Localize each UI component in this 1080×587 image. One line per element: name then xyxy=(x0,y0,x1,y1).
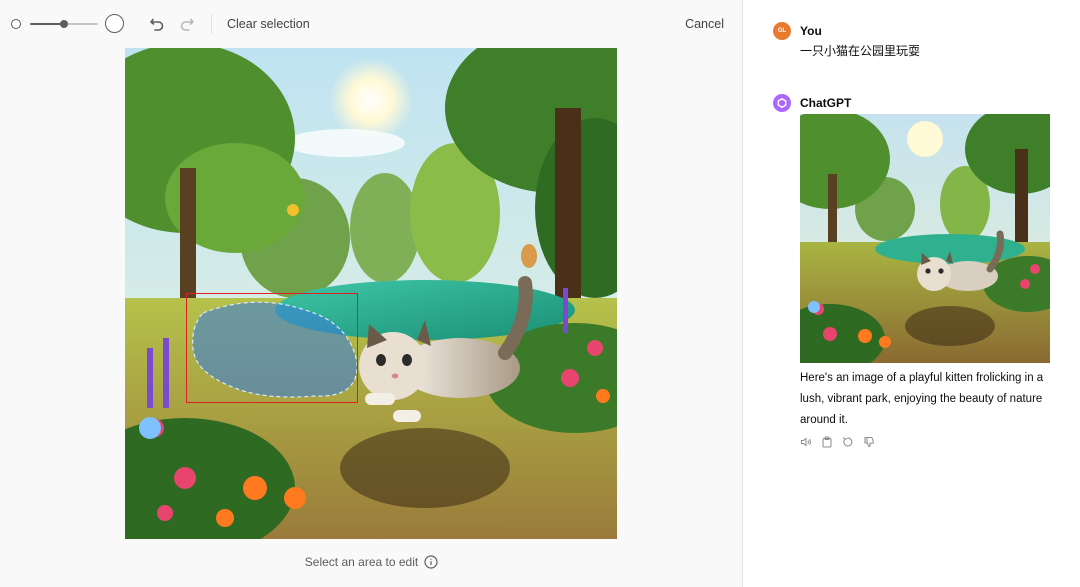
large-circle-icon xyxy=(105,14,124,33)
regenerate-button[interactable] xyxy=(842,436,854,448)
thumbs-down-button[interactable] xyxy=(863,436,875,448)
image-editor-panel: Clear selection Cancel Select an area to… xyxy=(0,0,743,587)
conversation-panel: GL You 一只小猫在公园里玩耍 ChatGPT Here's an imag… xyxy=(744,0,1080,587)
toolbar-divider xyxy=(211,14,212,34)
generated-image-thumbnail[interactable] xyxy=(800,114,1050,363)
assistant-name: ChatGPT xyxy=(800,96,852,110)
undo-button[interactable] xyxy=(146,13,168,35)
assistant-reply-text: Here's an image of a playful kitten frol… xyxy=(800,372,1044,426)
hint-text: Select an area to edit xyxy=(304,555,419,569)
edit-hint: Select an area to edit xyxy=(0,555,743,569)
undo-icon xyxy=(150,18,164,31)
editor-toolbar: Clear selection Cancel xyxy=(0,0,743,48)
redo-icon xyxy=(180,18,194,31)
kitten-park-image xyxy=(125,48,617,539)
read-aloud-button[interactable] xyxy=(800,436,812,448)
thumbs-down-icon xyxy=(864,437,874,447)
clear-selection-button[interactable]: Clear selection xyxy=(227,17,310,31)
kitten-park-image xyxy=(800,114,1050,363)
regenerate-icon xyxy=(843,437,853,447)
slider-thumb[interactable] xyxy=(60,20,68,28)
info-icon[interactable] xyxy=(424,555,438,569)
user-name: You xyxy=(800,24,822,38)
message-actions xyxy=(800,436,875,448)
copy-button[interactable] xyxy=(821,436,833,448)
brush-size-slider[interactable] xyxy=(30,14,98,34)
edit-canvas[interactable] xyxy=(125,48,617,539)
openai-logo-icon xyxy=(777,97,787,109)
user-message-text: 一只小猫在公园里玩耍 xyxy=(800,44,921,58)
cancel-button[interactable]: Cancel xyxy=(685,17,724,31)
assistant-avatar xyxy=(773,94,791,112)
copy-icon xyxy=(822,436,832,448)
user-avatar: GL xyxy=(773,22,791,40)
redo-button[interactable] xyxy=(176,13,198,35)
read-aloud-icon xyxy=(801,437,811,447)
slider-fill xyxy=(30,23,64,25)
small-circle-icon xyxy=(11,19,21,29)
